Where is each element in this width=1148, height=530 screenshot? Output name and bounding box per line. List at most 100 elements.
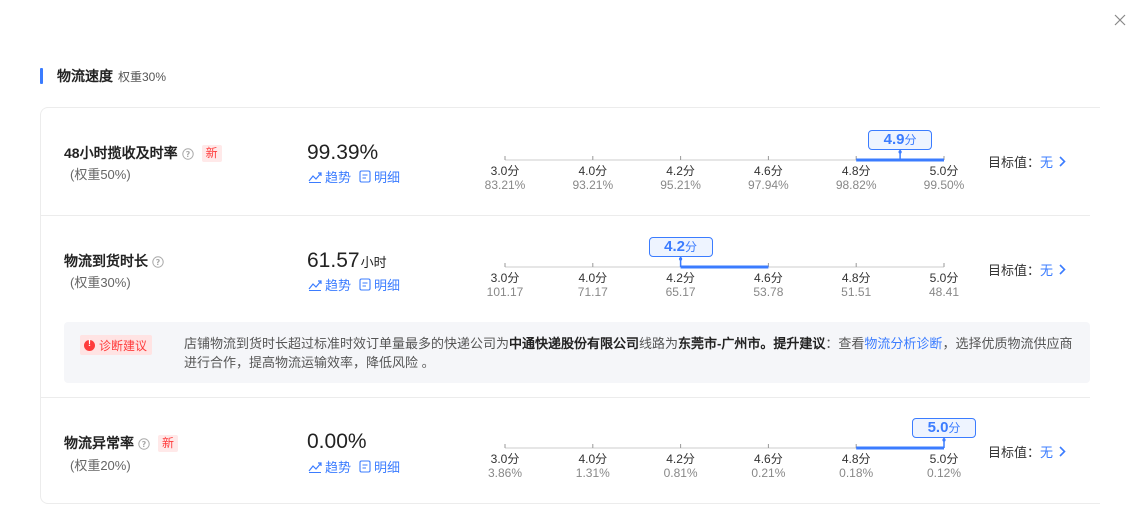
section-title: 物流速度 [57,68,113,84]
trend-icon [308,171,322,183]
help-icon[interactable]: ? [138,437,150,450]
score-value: 4.9 [883,131,905,148]
metric-name-exception-rate: 物流异常率 ? 新 [64,433,179,453]
tick-score-label: 3.0分 [490,452,520,466]
diagnosis-badge: 诊断建议 [80,335,153,355]
score-unit: 分 [904,133,917,147]
tick-score-label: 4.8分 [841,164,871,178]
metric-links: 趋势 明细 [308,457,400,476]
metric-value: 99.39% [307,141,379,164]
document-icon [359,460,371,473]
tick-score-label: 3.0分 [490,271,520,285]
metric-weight: (权重30%) [70,275,131,290]
logistics-diagnosis-link[interactable]: 物流分析诊断 [864,336,942,351]
score-badge: 4.2分 [648,237,713,257]
row-divider [40,397,1090,398]
chevron-right-icon [1059,156,1066,167]
score-pin-dot [898,150,902,154]
score-scale: 5.0分 3.0分 3.86% 4.0分 1.31% 4.2分 0.81% 4.6分 0.21%… [480,418,976,498]
tick-score-label: 4.2分 [666,164,695,178]
tick-value-label: 0.18% [839,466,874,480]
svg-text:?: ? [142,440,147,449]
tick-score-label: 4.6分 [754,452,783,466]
score-scale: 4.2分 3.0分 101.17 4.0分 71.17 4.2分 65.17 4.6分 53.7… [480,237,970,317]
tick-score-label: 4.6分 [754,164,783,178]
score-scale: 4.9分 3.0分 83.21% 4.0分 93.21% 4.2分 95.21% 4.6分 97… [480,130,970,210]
tick-value-label: 71.17 [577,285,608,299]
tick-value-label: 101.17 [486,285,524,299]
metric-weight: (权重50%) [70,167,131,182]
score-badge: 5.0分 [912,418,976,438]
tick-value-label: 0.81% [663,466,698,480]
metric-links: 趋势 明细 [308,167,400,186]
trend-icon [308,279,322,291]
metric-value: 0.00% [307,430,367,453]
tick-score-label: 4.0分 [578,452,608,466]
tick-score-label: 4.0分 [578,271,608,285]
document-icon [359,170,371,183]
tick-value-label: 48.41 [928,285,960,299]
tick-value-label: 1.31% [575,466,610,480]
tick-score-label: 3.0分 [490,164,520,178]
tick-value-label: 0.12% [926,466,962,480]
scale-axis [504,438,946,450]
score-pin-dot [942,438,946,442]
tick-value-label: 0.21% [751,466,786,480]
chevron-right-icon [1059,264,1066,275]
tick-score-label: 5.0分 [929,452,959,466]
detail-link[interactable]: 明细 [359,167,400,186]
diagnosis-text: 店铺物流到货时长超过标准时效订单量最多的快递公司为中通快递股份有限公司线路为东莞… [184,336,1073,370]
document-icon [359,278,371,291]
tick-value-label: 83.21% [484,178,526,192]
new-badge: 新 [201,144,222,162]
metric-value: 61.57小时 [307,249,387,272]
tick-value-label: 98.82% [835,178,877,192]
tick-score-label: 5.0分 [929,271,959,285]
detail-link[interactable]: 明细 [359,457,400,476]
help-icon[interactable]: ? [181,147,194,160]
svg-text:?: ? [156,258,161,267]
metric-links: 趋势 明细 [308,275,400,294]
tick-value-label: 53.78 [753,285,784,299]
new-badge: 新 [158,434,179,452]
section-accent-bar [40,68,43,84]
trend-link[interactable]: 趋势 [308,167,351,186]
metric-name-delivery-time: 物流到货时长 ? [64,251,164,271]
tick-score-label: 4.2分 [666,452,695,466]
tick-score-label: 4.8分 [841,271,871,285]
target-value-link[interactable]: 目标值：无 [988,260,1066,279]
trend-link[interactable]: 趋势 [308,275,351,294]
score-unit: 分 [685,240,698,254]
tick-value-label: 97.94% [748,178,789,192]
score-value: 4.2 [664,238,686,255]
tick-value-label: 93.21% [572,178,614,192]
help-icon[interactable]: ? [152,255,164,268]
score-value: 5.0 [927,419,949,436]
tick-value-label: 95.21% [660,178,701,192]
tick-score-label: 5.0分 [929,164,959,178]
tick-value-label: 51.51 [841,285,872,299]
trend-icon [308,461,322,473]
section-weight: 权重30% [118,69,167,84]
trend-link[interactable]: 趋势 [308,457,351,476]
section-header: 物流速度 权重30% [40,66,166,86]
close-icon[interactable] [1110,10,1130,30]
tick-value-label: 3.86% [487,466,523,480]
tick-score-label: 4.6分 [754,271,783,285]
diagnosis-box: 诊断建议 店铺物流到货时长超过标准时效订单量最多的快递公司为中通快递股份有限公司… [64,322,1090,383]
metric-weight: (权重20%) [70,458,131,473]
tick-score-label: 4.8分 [841,452,871,466]
tick-value-label: 65.17 [665,285,696,299]
chevron-right-icon [1059,446,1066,457]
tick-score-label: 4.0分 [578,164,608,178]
detail-link[interactable]: 明细 [359,275,400,294]
scale-axis [504,257,945,269]
target-value-link[interactable]: 目标值：无 [988,152,1066,171]
row-divider [40,215,1090,216]
tick-score-label: 4.2分 [666,271,695,285]
alert-icon [84,338,95,351]
score-pin-dot [679,257,683,261]
svg-text:?: ? [185,150,190,159]
target-value-link[interactable]: 目标值：无 [988,442,1066,461]
score-badge: 4.9分 [868,130,933,150]
